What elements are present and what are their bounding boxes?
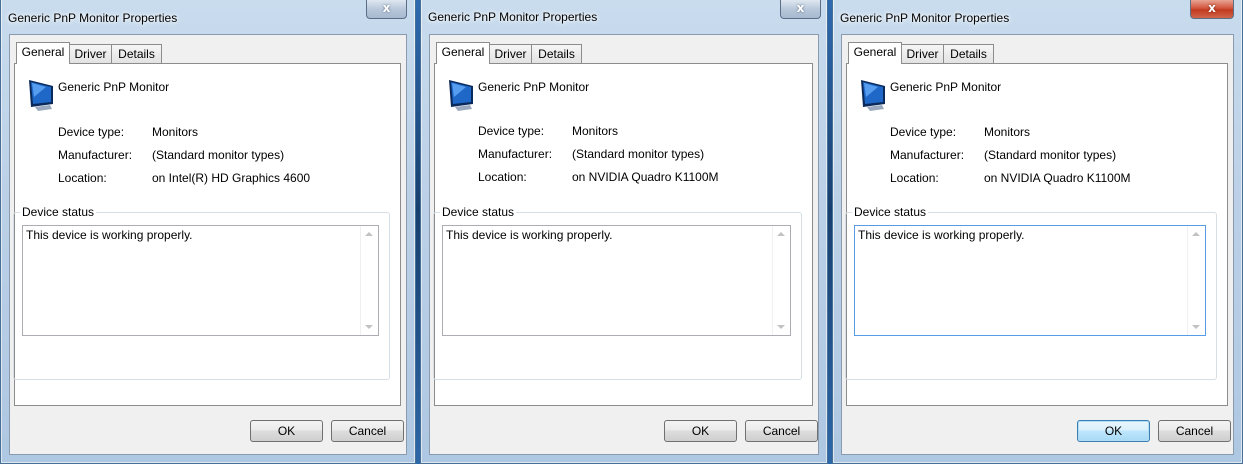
title-bar[interactable]: Generic PnP Monitor Properties x (421, 0, 827, 34)
device-status-title: Device status (440, 205, 517, 219)
location-label: Location: (890, 171, 939, 185)
device-status-text: This device is working properly. (446, 228, 613, 242)
cancel-button[interactable]: Cancel (331, 420, 404, 442)
vertical-scrollbar[interactable] (1187, 226, 1205, 335)
device-type-label: Device type: (890, 125, 957, 139)
scroll-up-icon[interactable] (365, 232, 373, 236)
monitor-icon (449, 80, 473, 111)
device-status-text: This device is working properly. (26, 228, 193, 242)
window-title: Generic PnP Monitor Properties (840, 11, 1010, 25)
device-status-group: Device status This device is working pro… (845, 205, 1217, 380)
dialog-client-area: General Driver Details Generic PnP Monit… (841, 34, 1234, 455)
manufacturer-value: (Standard monitor types) (152, 148, 285, 162)
device-type-value: Monitors (984, 125, 1031, 139)
cancel-button[interactable]: Cancel (745, 420, 818, 442)
close-button[interactable]: x (366, 0, 407, 19)
device-name: Generic PnP Monitor (890, 80, 1002, 94)
manufacturer-label: Manufacturer: (58, 148, 133, 162)
device-name: Generic PnP Monitor (58, 80, 170, 94)
ok-button[interactable]: OK (1077, 420, 1150, 442)
location-value: on NVIDIA Quadro K1100M (572, 170, 719, 184)
vertical-scrollbar[interactable] (772, 226, 790, 335)
general-tab-page: Generic PnP Monitor Device type: Monitor… (845, 63, 1228, 406)
scroll-down-icon[interactable] (777, 325, 785, 329)
device-type-value: Monitors (152, 125, 199, 139)
manufacturer-value: (Standard monitor types) (984, 148, 1117, 162)
tab-details[interactable]: Details (531, 44, 582, 63)
device-type-label: Device type: (58, 125, 125, 139)
monitor-icon (29, 80, 53, 111)
location-label: Location: (478, 170, 527, 184)
properties-window[interactable]: Generic PnP Monitor Properties x General… (0, 0, 416, 464)
scroll-down-icon[interactable] (365, 325, 373, 329)
location-value: on NVIDIA Quadro K1100M (984, 171, 1131, 185)
vertical-scrollbar[interactable] (360, 226, 378, 335)
location-value: on Intel(R) HD Graphics 4600 (152, 171, 311, 185)
scroll-up-icon[interactable] (1192, 232, 1200, 236)
tab-details[interactable]: Details (943, 44, 994, 63)
manufacturer-value: (Standard monitor types) (572, 147, 705, 161)
title-bar[interactable]: Generic PnP Monitor Properties x (1, 0, 415, 34)
tab-details[interactable]: Details (111, 44, 162, 63)
tab-driver[interactable]: Driver (901, 44, 944, 63)
tab-general[interactable]: General (16, 42, 70, 64)
window-title: Generic PnP Monitor Properties (428, 10, 598, 24)
ok-button[interactable]: OK (250, 420, 323, 442)
ok-button[interactable]: OK (664, 420, 737, 442)
device-status-title: Device status (852, 205, 929, 219)
location-label: Location: (58, 171, 107, 185)
scroll-up-icon[interactable] (777, 232, 785, 236)
manufacturer-label: Manufacturer: (478, 147, 553, 161)
dialog-client-area: General Driver Details Generic PnP Monit… (9, 34, 407, 455)
general-tab-page: Generic PnP Monitor Device type: Monitor… (433, 63, 813, 406)
tab-driver[interactable]: Driver (489, 44, 532, 63)
general-tab-page: Generic PnP Monitor Device type: Monitor… (13, 63, 401, 406)
tab-general[interactable]: General (848, 42, 902, 64)
properties-window[interactable]: Generic PnP Monitor Properties x General… (420, 0, 828, 464)
tab-driver[interactable]: Driver (69, 44, 112, 63)
window-title: Generic PnP Monitor Properties (8, 11, 178, 25)
cancel-button[interactable]: Cancel (1158, 420, 1231, 442)
tab-general[interactable]: General (436, 42, 490, 64)
device-status-textbox[interactable]: This device is working properly. (442, 225, 791, 336)
device-status-textbox[interactable]: This device is working properly. (854, 225, 1206, 336)
device-type-label: Device type: (478, 124, 545, 138)
device-status-textbox[interactable]: This device is working properly. (22, 225, 379, 336)
properties-window[interactable]: Generic PnP Monitor Properties x General… (832, 0, 1243, 464)
title-bar[interactable]: Generic PnP Monitor Properties x (833, 0, 1242, 34)
scroll-down-icon[interactable] (1192, 325, 1200, 329)
monitor-icon (861, 80, 885, 111)
dialog-client-area: General Driver Details Generic PnP Monit… (429, 34, 819, 455)
device-name: Generic PnP Monitor (478, 80, 590, 94)
close-button[interactable]: x (1190, 0, 1234, 19)
close-button[interactable]: x (780, 0, 821, 19)
manufacturer-label: Manufacturer: (890, 148, 965, 162)
device-status-group: Device status This device is working pro… (13, 205, 390, 380)
device-status-title: Device status (20, 205, 97, 219)
device-status-text: This device is working properly. (858, 228, 1025, 242)
device-status-group: Device status This device is working pro… (433, 205, 802, 380)
device-type-value: Monitors (572, 124, 619, 138)
